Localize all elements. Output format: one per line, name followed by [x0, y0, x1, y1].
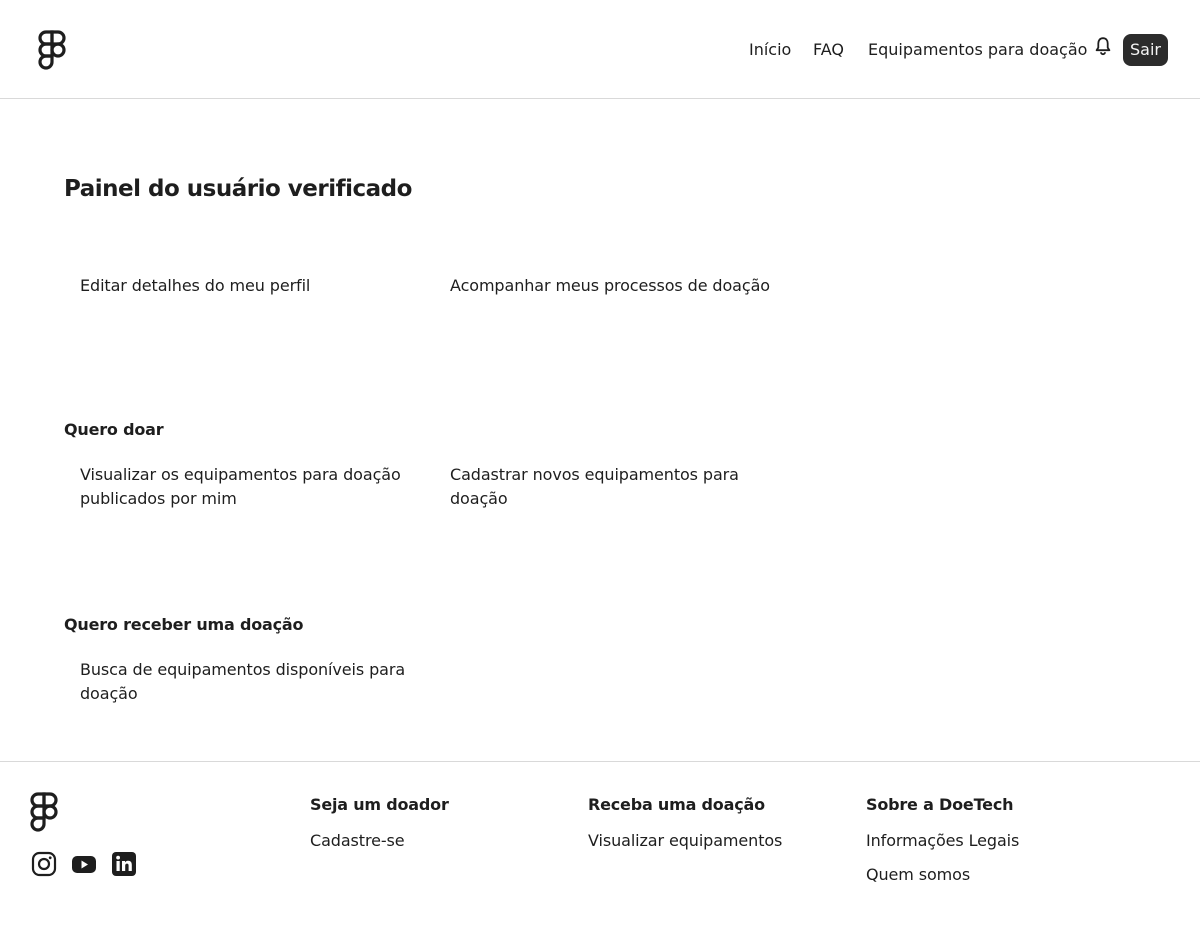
figma-logo-icon[interactable]	[30, 792, 58, 832]
footer-signup-link[interactable]: Cadastre-se	[310, 830, 405, 852]
donate-section-title: Quero doar	[64, 420, 164, 439]
footer-receive-title: Receba uma doação	[588, 795, 765, 814]
footer-about-title: Sobre a DoeTech	[866, 795, 1014, 814]
logout-button[interactable]: Sair	[1123, 34, 1168, 66]
youtube-icon[interactable]	[71, 851, 97, 877]
bell-icon[interactable]	[1093, 36, 1113, 56]
site-header: Início FAQ Equipamentos para doação Sair	[0, 0, 1200, 99]
nav-link-inicio[interactable]: Início	[749, 38, 791, 62]
figma-logo-icon[interactable]	[38, 30, 66, 70]
linkedin-icon[interactable]	[111, 851, 137, 877]
footer-donor-title: Seja um doador	[310, 795, 449, 814]
site-footer: Seja um doador Cadastre-se Receba uma do…	[0, 761, 1200, 933]
nav-link-faq[interactable]: FAQ	[813, 38, 844, 62]
receive-section-title: Quero receber uma doação	[64, 615, 304, 634]
footer-legal-link[interactable]: Informações Legais	[866, 830, 1019, 852]
edit-profile-link[interactable]: Editar detalhes do meu perfil	[80, 274, 310, 298]
footer-about-us-link[interactable]: Quem somos	[866, 864, 970, 886]
search-equipment-link[interactable]: Busca de equipamentos disponíveis para d…	[80, 658, 410, 706]
view-my-equipment-link[interactable]: Visualizar os equipamentos para doação p…	[80, 463, 410, 511]
register-equipment-link[interactable]: Cadastrar novos equipamentos para doação	[450, 463, 780, 511]
instagram-icon[interactable]	[31, 851, 57, 877]
page-title: Painel do usuário verificado	[64, 176, 412, 202]
footer-view-equipment-link[interactable]: Visualizar equipamentos	[588, 830, 782, 852]
track-donations-link[interactable]: Acompanhar meus processos de doação	[450, 274, 770, 298]
nav-link-equipamentos[interactable]: Equipamentos para doação	[868, 38, 1087, 62]
